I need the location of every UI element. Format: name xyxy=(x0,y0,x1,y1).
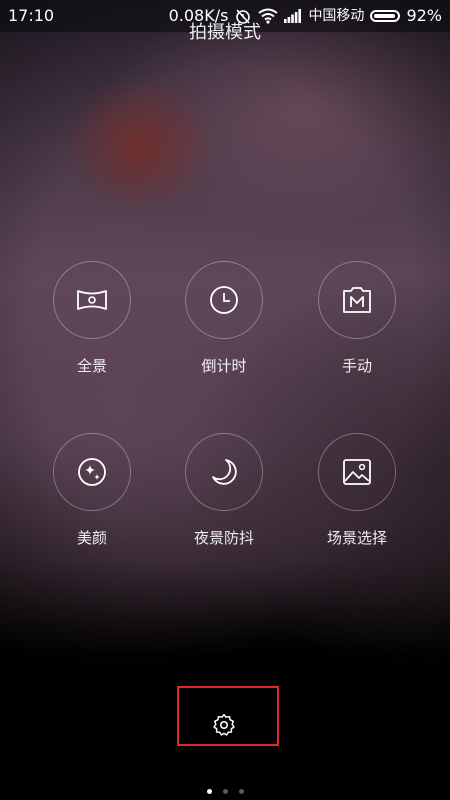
beauty-icon xyxy=(78,458,106,486)
manual-icon xyxy=(343,287,371,313)
page-dot xyxy=(238,789,244,794)
mode-panorama[interactable]: 全景 xyxy=(26,261,158,376)
mode-label: 全景 xyxy=(76,357,107,375)
page-indicator xyxy=(0,789,450,794)
mode-scene-select[interactable]: 场景选择 xyxy=(291,433,423,548)
mode-beauty[interactable]: 美颜 xyxy=(26,433,158,548)
camera-mode-screen: 17:10 0.08K/s 中国移动 92% 拍摄模式 全景 倒计时 手动 美颜… xyxy=(0,0,450,800)
mode-label: 场景选择 xyxy=(326,529,387,547)
timer-icon xyxy=(210,286,238,314)
scene-image-icon xyxy=(343,459,371,485)
mode-label: 手动 xyxy=(341,357,372,375)
mode-label: 美颜 xyxy=(76,529,107,547)
mode-timer[interactable]: 倒计时 xyxy=(158,261,290,376)
page-title: 拍摄模式 xyxy=(189,22,261,43)
mode-manual[interactable]: 手动 xyxy=(291,261,423,376)
mode-night-stabilize[interactable]: 夜景防抖 xyxy=(158,433,290,548)
panorama-icon xyxy=(77,290,107,310)
gear-icon xyxy=(213,714,235,736)
settings-button[interactable] xyxy=(209,710,239,740)
night-moon-icon xyxy=(212,459,237,485)
page-dot xyxy=(222,789,228,794)
page-dot-active xyxy=(206,789,212,794)
mode-label: 夜景防抖 xyxy=(193,529,254,547)
mode-label: 倒计时 xyxy=(201,357,247,375)
